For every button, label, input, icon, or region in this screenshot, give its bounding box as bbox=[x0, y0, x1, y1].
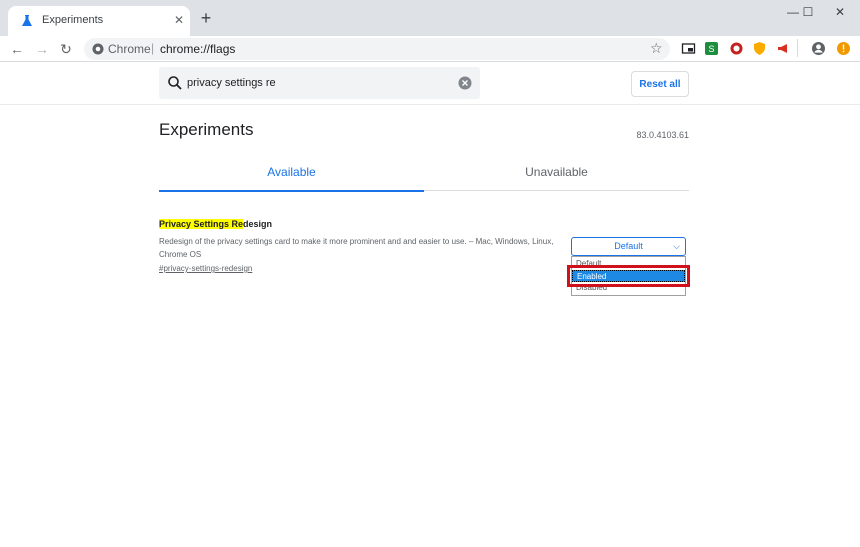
experiment-title-rest: design bbox=[243, 219, 273, 229]
green-s-extension-icon[interactable]: S bbox=[704, 41, 719, 56]
back-arrow-icon[interactable]: ← bbox=[8, 40, 26, 58]
experiment-state-select[interactable]: Default ⌵ bbox=[571, 237, 686, 256]
forward-arrow-icon[interactable]: → bbox=[33, 40, 51, 58]
search-match-highlight: Privacy Settings Re bbox=[159, 219, 244, 229]
update-alert-icon[interactable] bbox=[836, 41, 851, 56]
toolbar-divider bbox=[797, 39, 798, 57]
browser-toolbar: ← → ↻ Chrome | chrome://flags ☆ S bbox=[0, 36, 860, 62]
flag-search-box[interactable] bbox=[159, 67, 480, 99]
window-close-button[interactable]: ✕ bbox=[826, 4, 854, 20]
chevron-down-icon: ⌵ bbox=[673, 241, 680, 251]
tab-title: Experiments bbox=[42, 14, 104, 26]
address-bar[interactable]: Chrome | chrome://flags ☆ bbox=[84, 38, 670, 60]
tab-unavailable[interactable]: Unavailable bbox=[424, 153, 689, 191]
experiment-title: Privacy Settings Redesign bbox=[159, 218, 689, 230]
url-separator: | bbox=[151, 41, 155, 55]
url-text[interactable]: chrome://flags bbox=[160, 42, 235, 56]
picture-in-picture-icon[interactable] bbox=[681, 41, 696, 56]
profile-avatar-icon[interactable] bbox=[811, 41, 826, 56]
search-input[interactable] bbox=[187, 75, 457, 91]
flags-header: Reset all bbox=[0, 62, 860, 105]
new-tab-button[interactable]: + bbox=[197, 9, 215, 27]
bookmark-star-icon[interactable]: ☆ bbox=[650, 40, 663, 57]
clear-search-icon[interactable] bbox=[458, 76, 472, 90]
annotation-highlight-box bbox=[567, 265, 690, 287]
reset-all-button[interactable]: Reset all bbox=[631, 71, 689, 97]
page-title: Experiments bbox=[159, 120, 254, 139]
flask-icon bbox=[22, 15, 32, 26]
reload-icon[interactable]: ↻ bbox=[57, 40, 75, 58]
tab-available[interactable]: Available bbox=[159, 153, 424, 192]
experiment-description: Redesign of the privacy settings card to… bbox=[159, 237, 554, 259]
browser-tab[interactable]: Experiments ✕ bbox=[8, 6, 190, 36]
tab-strip: Experiments ✕ + — ☐ ✕ bbox=[0, 0, 860, 36]
maximize-button[interactable]: ☐ bbox=[794, 4, 822, 20]
chrome-version: 83.0.4103.61 bbox=[636, 130, 689, 140]
url-scheme-label: Chrome bbox=[108, 42, 151, 56]
shield-extension-icon[interactable] bbox=[752, 41, 767, 56]
svg-text:S: S bbox=[708, 44, 714, 54]
chrome-logo-icon bbox=[92, 43, 104, 55]
megaphone-extension-icon[interactable] bbox=[776, 41, 791, 56]
red-circle-extension-icon[interactable] bbox=[729, 41, 744, 56]
flag-tabs: Available Unavailable bbox=[159, 153, 689, 192]
tab-close-icon[interactable]: ✕ bbox=[171, 12, 187, 28]
search-icon bbox=[168, 76, 182, 90]
select-value: Default bbox=[614, 241, 643, 251]
